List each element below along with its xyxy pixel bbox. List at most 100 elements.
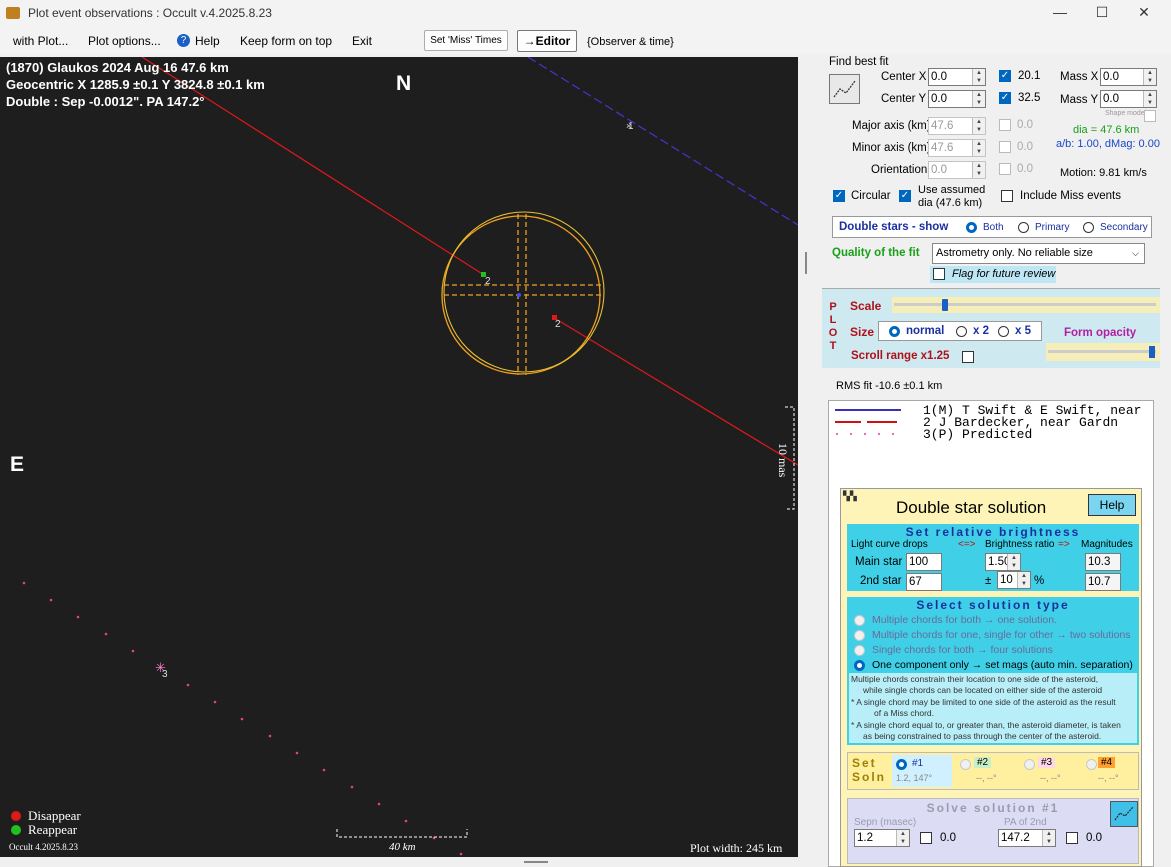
solution-4-slot[interactable]: #4 --, --° [1084,755,1136,787]
splitter-handle[interactable] [805,252,807,274]
solution-1-radio[interactable] [896,759,907,770]
quality-label: Quality of the fit [832,247,920,259]
opt3-radio[interactable] [854,645,865,656]
mass-y-label: Mass Y [1060,94,1099,106]
pa-input[interactable]: 147.2 ▲ ▼ [998,829,1056,847]
solve-button[interactable] [1110,801,1138,827]
solution-2-slot[interactable]: #2 --, --° [956,755,1014,787]
fit-center-y-checkbox[interactable]: ✓ [999,92,1011,104]
fit-major-checkbox[interactable] [999,119,1011,131]
menu-with-plot[interactable]: with Plot... [13,34,68,48]
opt2-label: Multiple chords for one, single for othe… [872,629,1131,641]
double-star-solution-panel: ▚▚ Double star solution Help Set relativ… [840,488,1142,867]
solution-3-slot[interactable]: #3 --, --° [1020,755,1078,787]
maximize-button[interactable]: ☐ [1082,4,1122,21]
close-button[interactable]: ✕ [1124,4,1164,21]
second-star-mag: 10.7 [1085,573,1121,591]
scale-track [894,303,1156,306]
orientation-label: Orientation [871,164,928,176]
solution-2-radio[interactable] [960,759,971,770]
use-assumed-label: Use assumed [918,184,986,196]
menu-exit[interactable]: Exit [352,34,372,48]
editor-button[interactable]: →Editor [517,30,577,52]
help-button[interactable]: Help [1088,494,1136,516]
size-x2-label: x 2 [973,325,989,337]
scale-thumb[interactable] [942,299,948,311]
solution-4-label: #4 [1098,757,1116,768]
size-normal-radio[interactable] [889,326,900,337]
menu-plot-options[interactable]: Plot options... [88,34,161,48]
flag-review-row: Flag for future review [930,266,1056,283]
menu-help[interactable]: Help [195,34,220,48]
center-x-input[interactable]: 0.0 ▲ ▼ [928,68,986,86]
center-y-input[interactable]: 0.0 ▲ ▼ [928,90,986,108]
scale-slider[interactable] [892,297,1160,313]
opacity-thumb[interactable] [1149,346,1155,358]
include-miss-label: Include Miss events [1020,190,1121,202]
brightness-ratio-input[interactable]: 1.50 ▲ ▼ [985,553,1021,571]
major-uncertainty: 0.0 [1017,119,1033,131]
solution-type-group: Select solution type Multiple chords for… [847,597,1139,745]
major-axis-input[interactable]: 47.6 ▲ ▼ [928,117,986,135]
ratio-uncertainty-input[interactable]: 10 ▲ ▼ [997,571,1031,589]
plot-header-1: (1870) Glaukos 2024 Aug 16 47.6 km [6,60,229,75]
orientation-input[interactable]: 0.0 ▲ ▼ [928,161,986,179]
note-line-5: * A single chord equal to, or greater th… [851,720,1121,730]
solution-1-slot[interactable]: #1 1.2, 147° [892,755,952,787]
include-miss-checkbox[interactable] [1001,190,1013,202]
shape-model-checkbox[interactable] [1144,110,1156,122]
fit-center-x-checkbox[interactable]: ✓ [999,70,1011,82]
opacity-track [1048,350,1156,353]
arrow-right-label: => [1058,539,1070,550]
graph-icon [1114,806,1134,821]
fit-orientation-checkbox[interactable] [999,163,1011,175]
opt4-label: One component only → set mags (auto min.… [872,659,1133,671]
graph-icon [833,80,856,98]
use-assumed-checkbox[interactable]: ✓ [899,190,911,202]
opt2-radio[interactable] [854,630,865,641]
sepn-input[interactable]: 1.2 ▲ ▼ [854,829,910,847]
sepn-checkbox[interactable] [920,832,932,844]
menu-keep-on-top[interactable]: Keep form on top [240,34,332,48]
solution-4-radio[interactable] [1086,759,1097,770]
version-label: Occult 4.2025.8.23 [9,842,78,852]
show-both-radio[interactable] [966,222,977,233]
minimize-button[interactable]: — [1040,4,1080,20]
flag-review-label: Flag for future review [952,268,1056,280]
second-star-drop-input[interactable]: 67 [906,573,942,591]
help-icon[interactable]: ? [177,34,190,47]
minor-axis-input[interactable]: 47.6 ▲ ▼ [928,139,986,157]
mass-x-input[interactable]: 0.0 ▲ ▼ [1100,68,1157,86]
scale-label: Scale [850,299,882,313]
mass-y-input[interactable]: 0.0 ▲ ▼ [1100,90,1157,108]
scroll-range-checkbox[interactable] [962,351,974,363]
fit-minor-checkbox[interactable] [999,141,1011,153]
opt4-radio[interactable] [854,660,865,671]
size-x2-radio[interactable] [956,326,967,337]
show-primary-radio[interactable] [1018,222,1029,233]
opacity-slider[interactable] [1046,343,1160,361]
main-star-label: Main star [855,556,903,568]
solution-3-radio[interactable] [1024,759,1035,770]
find-best-fit-button[interactable] [829,74,860,104]
main-star-drop-input[interactable]: 100 [906,553,942,571]
circular-label: Circular [851,190,891,202]
center-y-label: Center Y [881,93,927,105]
resize-grip[interactable] [524,861,548,863]
find-best-fit-label: Find best fit [829,56,889,68]
note-line-3: * A single chord may be limited to one s… [851,697,1116,707]
pa-uncertainty: 0.0 [1086,832,1102,844]
show-secondary-radio[interactable] [1083,222,1094,233]
flag-review-checkbox[interactable] [933,268,945,280]
solve-solution-group: Solve solution #1 Sepn (masec) 1.2 ▲ ▼ 0.0… [847,798,1139,864]
center-x-uncertainty: 20.1 [1018,70,1041,82]
pa-checkbox[interactable] [1066,832,1078,844]
quality-select[interactable]: Astrometry only. No reliable size ⌵ [932,243,1145,264]
size-x5-radio[interactable] [998,326,1009,337]
circular-checkbox[interactable]: ✓ [833,190,845,202]
plot-area[interactable]: × ✳ (1870) Glaukos 2024 Aug 16 47.6 km G… [0,57,798,857]
plus-minus-label: ± [985,575,992,587]
observer-time-label[interactable]: {Observer & time} [587,36,674,48]
opt1-radio[interactable] [854,615,865,626]
set-miss-times-button[interactable]: Set 'Miss' Times [424,30,508,51]
